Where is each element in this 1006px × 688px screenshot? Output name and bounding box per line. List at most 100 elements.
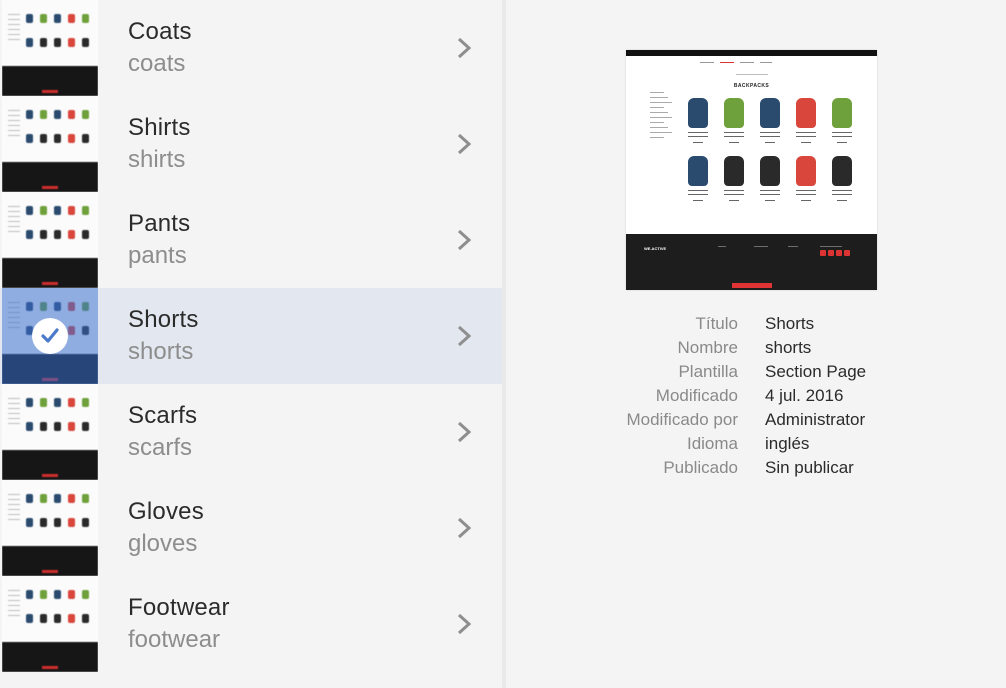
preview-product-image (688, 156, 708, 186)
property-value: shorts (765, 338, 812, 357)
list-item-pants[interactable]: Pants pants (0, 192, 502, 288)
property-published: Publicado Sin publicar (560, 456, 1000, 480)
item-title: Coats (128, 18, 192, 45)
preview-product-caption (688, 190, 708, 191)
preview-product-caption (765, 200, 775, 201)
preview-filter-line (650, 92, 664, 93)
preview-product-caption (693, 200, 703, 201)
item-title: Gloves (128, 498, 204, 525)
preview-product-image (832, 156, 852, 186)
item-name: coats (128, 50, 186, 77)
chevron-right-icon[interactable] (452, 226, 476, 254)
preview-product-caption (724, 132, 744, 133)
property-value: 4 jul. 2016 (765, 386, 844, 405)
thumbnail-content (2, 96, 98, 192)
preview-topbar (626, 50, 877, 56)
thumbnail-content (2, 192, 98, 288)
item-name: footwear (128, 626, 221, 653)
property-modified-by: Modificado por Administrator (560, 408, 1000, 432)
preview-product-caption (760, 136, 780, 137)
preview-social-icon (836, 250, 842, 256)
list-item-coats[interactable]: Coats coats (0, 0, 502, 96)
property-name: Nombre shorts (560, 336, 1000, 360)
item-name: shirts (128, 146, 186, 173)
preview-filter-line (650, 137, 664, 138)
preview-product-caption (801, 200, 811, 201)
preview-product-image (796, 98, 816, 128)
preview-product-caption (688, 132, 708, 133)
preview-product-caption (796, 194, 816, 195)
list-item-scarfs[interactable]: Scarfs scarfs (0, 384, 502, 480)
list-item-shorts[interactable]: Shorts shorts (0, 288, 502, 384)
preview-footer-line (754, 246, 768, 247)
preview-filter-line (650, 102, 672, 103)
page-thumbnail[interactable] (2, 0, 98, 96)
preview-product-caption (765, 142, 775, 143)
page-thumbnail[interactable] (2, 576, 98, 672)
chevron-right-icon[interactable] (452, 322, 476, 350)
property-label: Publicado (663, 458, 738, 477)
column-divider (502, 0, 506, 688)
preview-filter-line (650, 127, 668, 128)
property-language: Idioma inglés (560, 432, 1000, 456)
preview-product-image (760, 98, 780, 128)
preview-product-caption (693, 142, 703, 143)
item-title: Scarfs (128, 402, 198, 429)
preview-product-caption (729, 200, 739, 201)
property-label: Modificado (655, 386, 738, 405)
page-thumbnail[interactable] (2, 288, 98, 384)
chevron-right-icon[interactable] (452, 34, 476, 62)
chevron-right-icon[interactable] (452, 418, 476, 446)
preview-product-caption (832, 190, 852, 191)
preview-filter-line (650, 112, 668, 113)
item-name: shorts (128, 338, 194, 365)
preview-product-caption (724, 194, 744, 195)
page-thumbnail[interactable] (2, 480, 98, 576)
property-value: Shorts (765, 314, 815, 333)
property-label: Nombre (677, 338, 738, 357)
preview-breadcrumb (736, 74, 768, 75)
property-label: Título (695, 314, 738, 333)
property-title: Título Shorts (560, 312, 1000, 336)
preview-product-caption (796, 132, 816, 133)
property-label: Idioma (686, 434, 738, 453)
preview-footer-line (820, 246, 842, 247)
preview-back-to-top-button (732, 283, 772, 288)
preview-product-caption (796, 190, 816, 191)
preview-nav-link (700, 62, 714, 63)
property-label: Modificado por (626, 410, 738, 429)
list-item-shirts[interactable]: Shirts shirts (0, 96, 502, 192)
list-item-footwear[interactable]: Footwear footwear (0, 576, 502, 672)
page-list-column: Coats coats Shirts shirts Pants pants Sh… (0, 0, 502, 688)
property-value: Sin publicar (765, 458, 854, 477)
chevron-right-icon[interactable] (452, 610, 476, 638)
preview-product-caption (801, 142, 811, 143)
preview-product-image (760, 156, 780, 186)
chevron-right-icon[interactable] (452, 130, 476, 158)
preview-product-caption (688, 194, 708, 195)
preview-nav-link (760, 62, 772, 63)
preview-product-caption (724, 136, 744, 137)
item-name: gloves (128, 530, 198, 557)
checkmark-icon[interactable] (32, 318, 68, 354)
item-title: Footwear (128, 594, 230, 621)
item-name: scarfs (128, 434, 193, 461)
page-thumbnail[interactable] (2, 96, 98, 192)
preview-product-caption (832, 136, 852, 137)
preview-filter-line (650, 132, 672, 133)
page-thumbnail[interactable] (2, 384, 98, 480)
property-value: inglés (765, 434, 810, 453)
page-preview-image: BACKPACKS WE.ACTIVE (626, 50, 877, 290)
thumbnail-content (2, 384, 98, 480)
preview-footer-line (788, 246, 798, 247)
preview-product-caption (837, 200, 847, 201)
preview-product-caption (760, 190, 780, 191)
preview-heading: BACKPACKS (733, 83, 770, 89)
list-item-gloves[interactable]: Gloves gloves (0, 480, 502, 576)
chevron-right-icon[interactable] (452, 514, 476, 542)
property-value: Administrator (765, 410, 866, 429)
preview-social-icon (820, 250, 826, 256)
preview-nav-link (740, 62, 754, 63)
page-thumbnail[interactable] (2, 192, 98, 288)
preview-filter-line (650, 107, 664, 108)
